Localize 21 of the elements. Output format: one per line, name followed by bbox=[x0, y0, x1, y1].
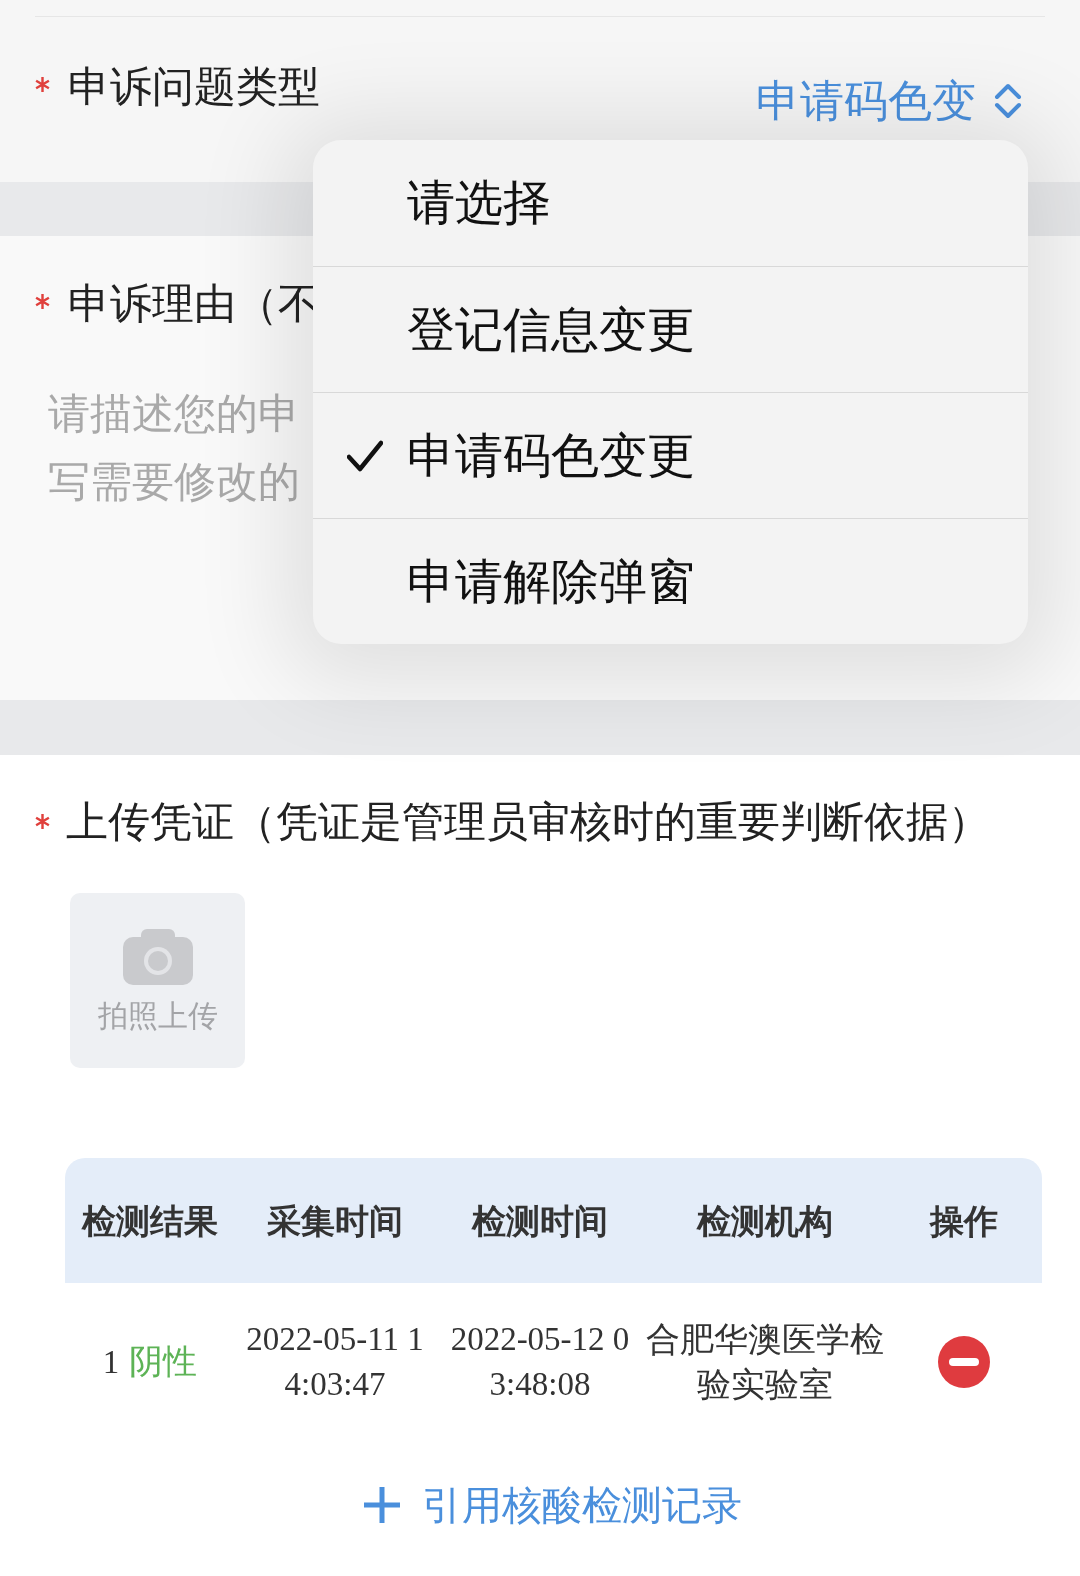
column-header: 检测时间 bbox=[472, 1200, 608, 1241]
dropdown-option[interactable]: 申请码色变更 bbox=[313, 392, 1028, 518]
result-text: 阴性 bbox=[129, 1341, 198, 1381]
dropdown-option[interactable]: 申请解除弹窗 bbox=[313, 518, 1028, 644]
minus-circle-icon[interactable] bbox=[937, 1335, 990, 1388]
table-cell-text: 2022-05-12 03:48:08 bbox=[449, 1319, 631, 1404]
up-down-chevron-icon bbox=[994, 83, 1022, 119]
column-header: 检测机构 bbox=[697, 1200, 833, 1241]
row-number: 1 bbox=[102, 1343, 120, 1382]
table-cell-text: 2022-05-11 14:03:47 bbox=[245, 1319, 425, 1404]
camera-icon bbox=[122, 928, 193, 985]
column-header: 采集时间 bbox=[267, 1200, 403, 1241]
dropdown-option[interactable]: 请选择 bbox=[313, 140, 1028, 266]
dropdown-option[interactable]: 登记信息变更 bbox=[313, 266, 1028, 392]
table-cell-text: 合肥华澳医学检验实验室 bbox=[645, 1318, 885, 1405]
column-header: 检测结果 bbox=[82, 1200, 218, 1241]
field-label: 上传凭证（凭证是管理员审核时的重要判断依据） bbox=[66, 800, 990, 844]
field-label: 申诉问题类型 bbox=[68, 65, 320, 109]
column-header: 操作 bbox=[929, 1200, 998, 1241]
plus-icon bbox=[364, 1487, 400, 1523]
checkmark-icon bbox=[347, 439, 383, 472]
